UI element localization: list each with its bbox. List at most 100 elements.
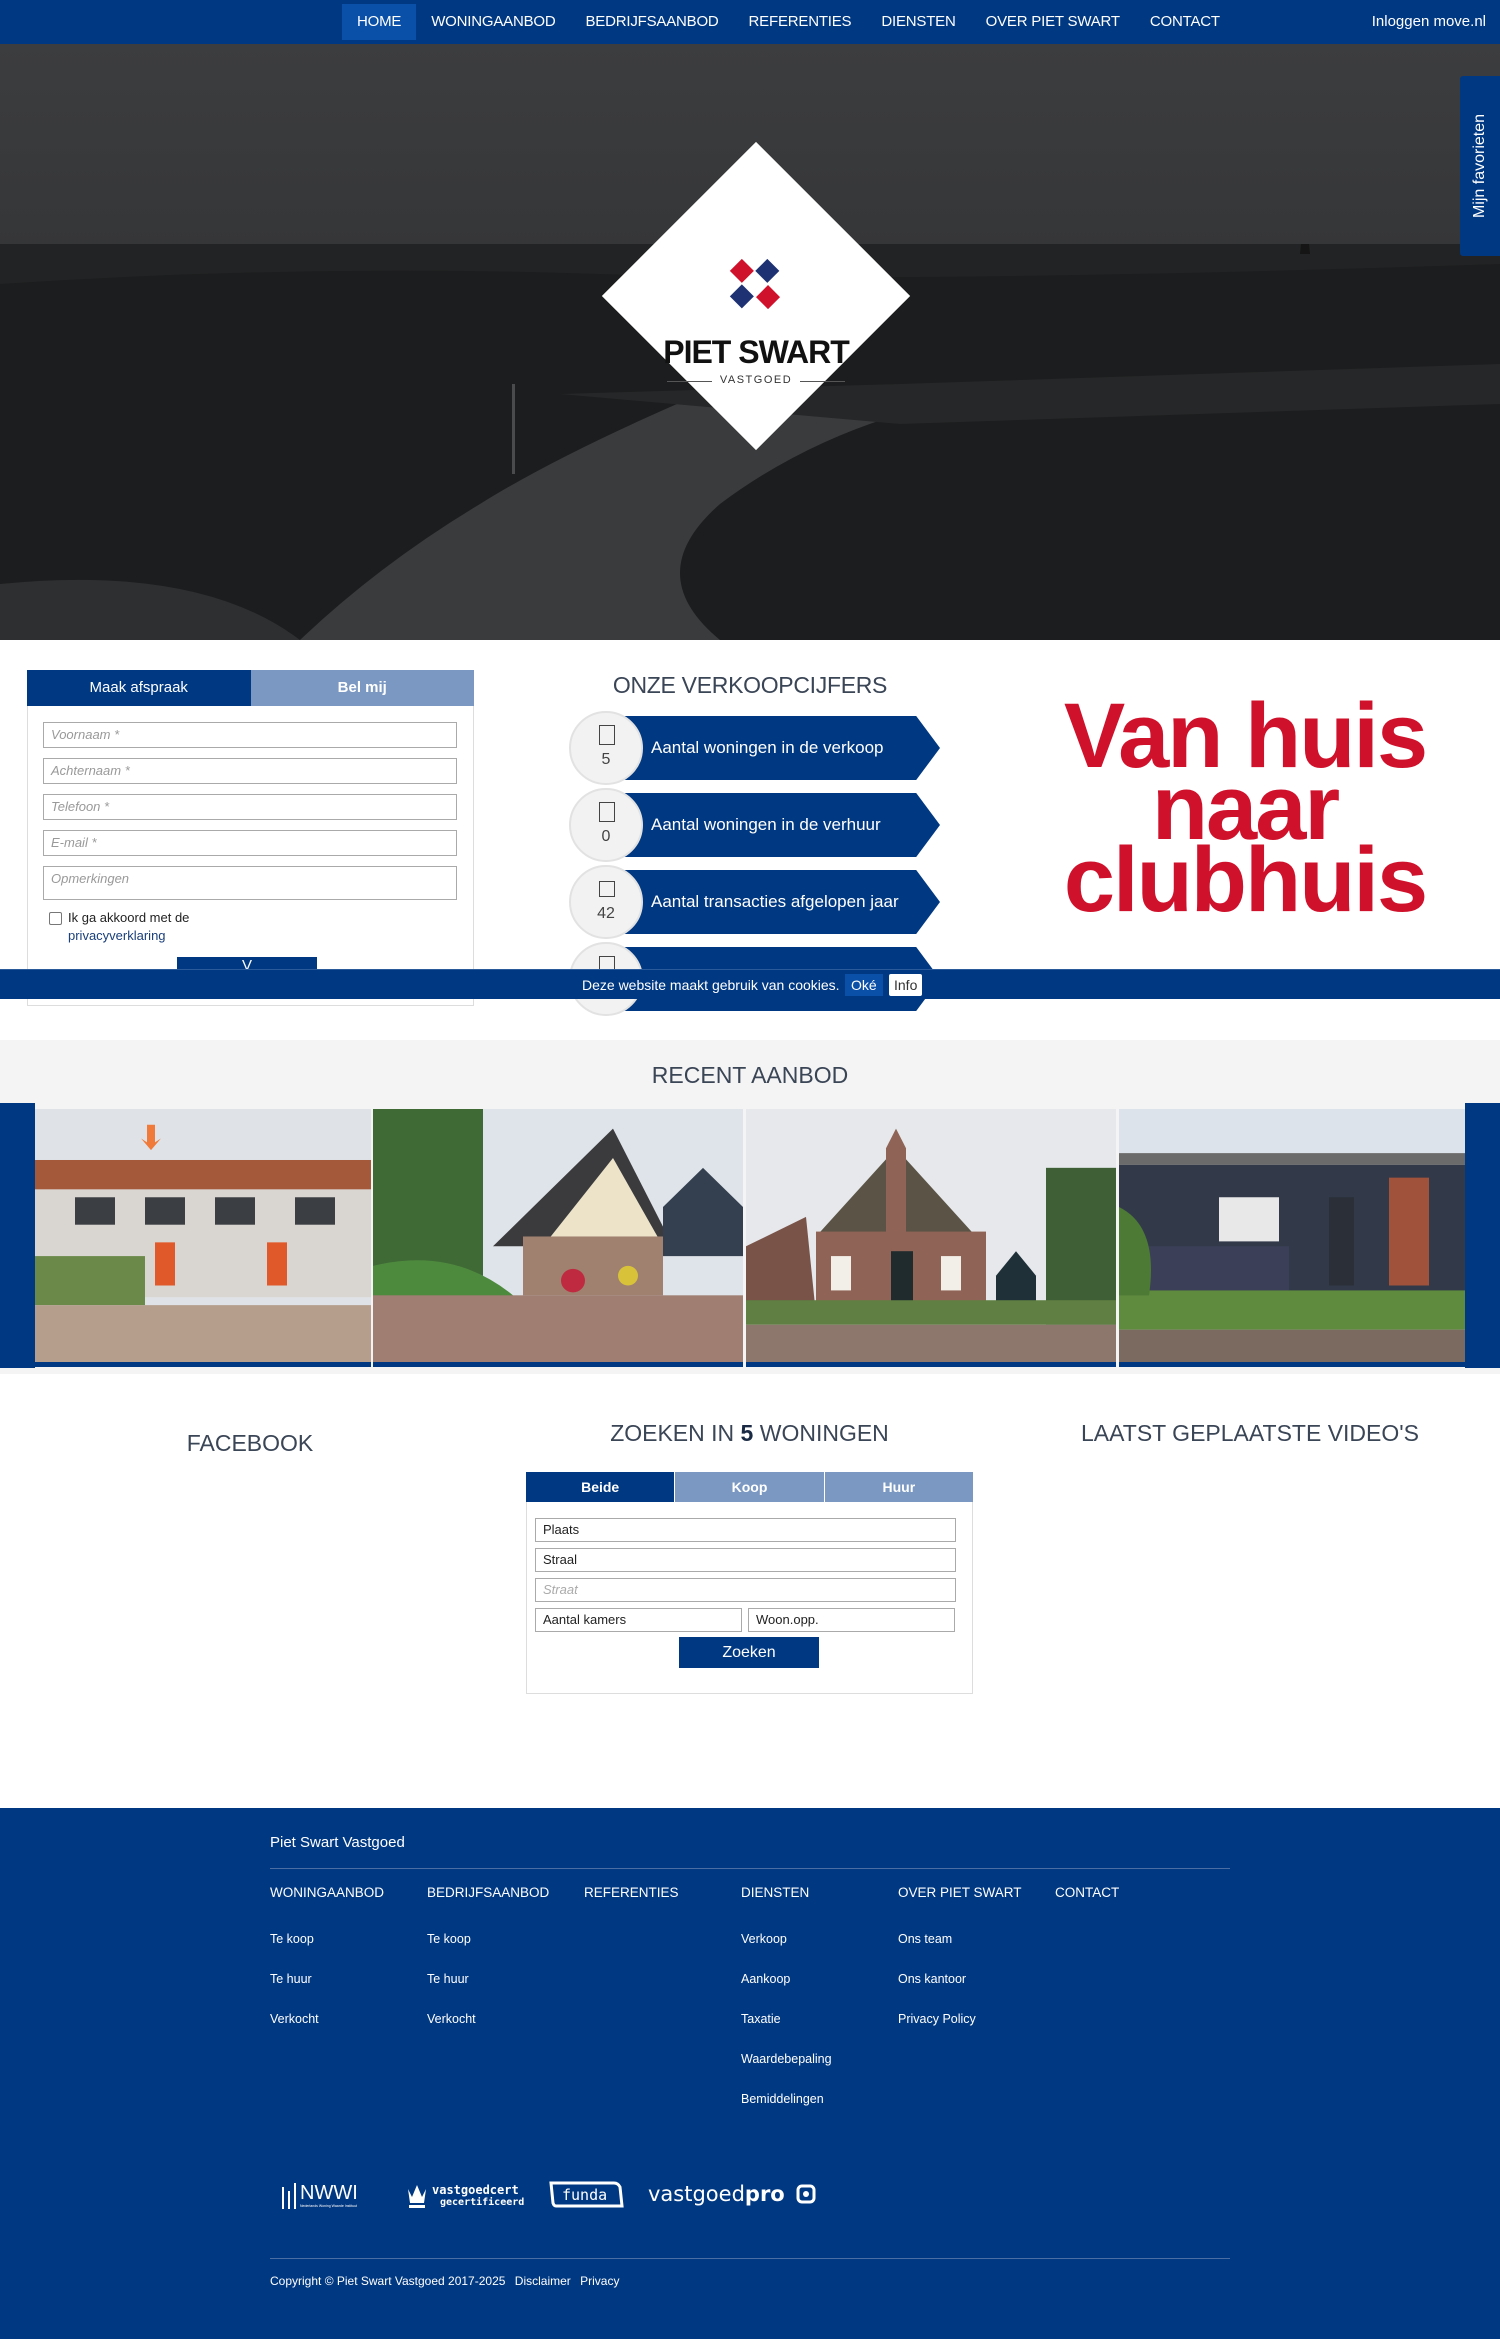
nwwi-logo[interactable]: NWWI Nederlands Woning Waarde Instituut <box>280 2177 380 2211</box>
footer-link[interactable]: Te koop <box>270 1932 420 1972</box>
privacy-consent-label: Ik ga akkoord met de privacyverklaring <box>68 909 189 945</box>
nav-referenties[interactable]: REFERENTIES <box>734 4 867 40</box>
carousel-next-button[interactable] <box>1465 1103 1500 1368</box>
carousel-prev-button[interactable] <box>0 1103 35 1368</box>
main-menu: HOME WONINGAANBOD BEDRIJFSAANBOD REFEREN… <box>342 4 1235 40</box>
vastgoedpro-logo[interactable]: vastgoedpro <box>648 2179 818 2209</box>
voornaam-input[interactable]: Voornaam * <box>43 722 457 748</box>
logo-sub: VASTGOED <box>719 374 793 386</box>
footer-link[interactable]: Ons kantoor <box>898 1972 1048 2012</box>
search-title-pre: ZOEKEN IN <box>610 1420 735 1446</box>
footer-heading[interactable]: OVER PIET SWART <box>898 1885 1048 1900</box>
footer-link[interactable]: Verkocht <box>270 2012 420 2052</box>
footer-heading[interactable]: BEDRIJFSAANBOD <box>427 1885 577 1900</box>
vastgoedpro-icon: vastgoedpro <box>648 2182 816 2206</box>
slogan-line: clubhuis <box>1063 829 1428 931</box>
stat-item: 5 Aantal woningen in de verkoop <box>560 711 940 785</box>
partner-logos: NWWI Nederlands Woning Waarde Instituut … <box>280 2174 818 2214</box>
cookie-info-button[interactable]: Info <box>889 974 923 996</box>
nav-bedrijfsaanbod[interactable]: BEDRIJFSAANBOD <box>570 4 733 40</box>
nav-home[interactable]: HOME <box>342 4 417 40</box>
login-link[interactable]: Inloggen move.nl <box>1372 0 1486 44</box>
cookie-ok-button[interactable]: Oké <box>845 974 883 996</box>
listing-card[interactable] <box>35 1109 371 1367</box>
hero-banner: PIET SWART VASTGOED Mijn favorieten <box>0 44 1500 640</box>
woonopp-select[interactable]: Woon.opp. <box>748 1608 955 1632</box>
tab-koop[interactable]: Koop <box>674 1472 824 1502</box>
straat-input[interactable]: Straat <box>535 1578 956 1602</box>
tab-huur[interactable]: Huur <box>823 1472 973 1502</box>
footer-link[interactable]: Te huur <box>270 1972 420 2012</box>
svg-text:gecertificeerd: gecertificeerd <box>440 2196 524 2208</box>
copyright-text: Copyright © Piet Swart Vastgoed 2017-202… <box>270 2274 506 2288</box>
listing-card[interactable] <box>746 1109 1116 1367</box>
favorites-tab-label: Mijn favorieten <box>1471 113 1488 219</box>
footer-column: WONINGAANBOD Te koop Te huur Verkocht <box>270 1885 420 2052</box>
footer-link[interactable]: Aankoop <box>741 1972 891 2012</box>
stats-title: ONZE VERKOOPCIJFERS <box>612 672 888 698</box>
search-count: 5 <box>740 1420 754 1446</box>
cookie-text: Deze website maakt gebruik van cookies. <box>582 977 840 993</box>
kamers-select[interactable]: Aantal kamers <box>535 1608 742 1632</box>
search-title: ZOEKEN IN 5 WONINGEN <box>526 1420 973 1447</box>
footer-link[interactable]: Waardebepaling <box>741 2052 891 2092</box>
search-tabs: Beide Koop Huur <box>526 1472 973 1502</box>
plaats-select[interactable]: Plaats <box>535 1518 956 1542</box>
nwwi-bars-icon: NWWI Nederlands Woning Waarde Instituut <box>282 2182 358 2209</box>
privacy-statement-link[interactable]: privacyverklaring <box>68 927 189 945</box>
nav-diensten[interactable]: DIENSTEN <box>866 4 970 40</box>
listing-card[interactable] <box>373 1109 743 1367</box>
nav-woningaanbod[interactable]: WONINGAANBOD <box>416 4 570 40</box>
footer-link[interactable]: Taxatie <box>741 2012 891 2052</box>
svg-text:vastgoedpro: vastgoedpro <box>648 2182 785 2206</box>
straal-select[interactable]: Straal <box>535 1548 956 1572</box>
slogan-banner[interactable]: Van huis naar clubhuis <box>1010 690 1480 931</box>
facebook-title: FACEBOOK <box>186 1430 314 1456</box>
key-icon <box>599 802 615 822</box>
footer-link[interactable]: Verkoop <box>741 1932 891 1972</box>
footer-link[interactable]: Te huur <box>427 1972 577 2012</box>
nav-over-piet-swart[interactable]: OVER PIET SWART <box>971 4 1135 40</box>
telefoon-input[interactable]: Telefoon * <box>43 794 457 820</box>
footer-link[interactable]: Bemiddelingen <box>741 2092 891 2132</box>
tab-bel-mij[interactable]: Bel mij <box>250 670 474 706</box>
nav-contact[interactable]: CONTACT <box>1135 4 1235 40</box>
search-submit-button[interactable]: Zoeken <box>679 1637 819 1668</box>
opmerkingen-textarea[interactable]: Opmerkingen <box>43 866 457 900</box>
stat-circle: 42 <box>569 865 643 939</box>
footer-heading[interactable]: REFERENTIES <box>584 1885 734 1900</box>
disclaimer-link[interactable]: Disclaimer <box>515 2274 571 2288</box>
search-form: Beide Koop Huur Plaats Straal Straat Aan… <box>526 1472 973 1694</box>
footer-heading[interactable]: CONTACT <box>1055 1885 1205 1900</box>
privacy-consent-checkbox[interactable] <box>49 912 62 925</box>
stat-circle: 0 <box>569 788 643 862</box>
top-navigation: HOME WONINGAANBOD BEDRIJFSAANBOD REFEREN… <box>0 0 1500 44</box>
email-input[interactable]: E-mail * <box>43 830 457 856</box>
listing-card[interactable] <box>1119 1109 1465 1367</box>
piet-swart-logo[interactable]: PIET SWART VASTGOED <box>601 141 911 451</box>
nwwi-subtitle: Nederlands Woning Waarde Instituut <box>300 2204 357 2208</box>
stat-label: Aantal woningen in de verhuur <box>651 815 881 834</box>
svg-text:vastgoedcert: vastgoedcert <box>432 2183 519 2197</box>
tab-beide[interactable]: Beide <box>526 1472 675 1502</box>
crown-icon: vastgoedcert gecertificeerd <box>408 2183 524 2208</box>
tab-maak-afspraak[interactable]: Maak afspraak <box>27 670 251 706</box>
achternaam-input[interactable]: Achternaam * <box>43 758 457 784</box>
footer-heading[interactable]: DIENSTEN <box>741 1885 891 1900</box>
footer-brand: Piet Swart Vastgoed <box>270 1834 405 1851</box>
footer-divider <box>270 2258 1230 2259</box>
footer-column: BEDRIJFSAANBOD Te koop Te huur Verkocht <box>427 1885 577 2052</box>
funda-logo[interactable]: funda <box>548 2179 624 2209</box>
logo-cross-icon <box>729 258 781 310</box>
footer-link[interactable]: Verkocht <box>427 2012 577 2052</box>
privacy-link[interactable]: Privacy <box>580 2274 619 2288</box>
footer-link[interactable]: Privacy Policy <box>898 2012 1048 2052</box>
footer-heading[interactable]: WONINGAANBOD <box>270 1885 420 1900</box>
appointment-form: Maak afspraak Bel mij Voornaam * Achtern… <box>27 670 474 1006</box>
stat-label: Aantal transacties afgelopen jaar <box>651 892 899 911</box>
vastgoedcert-logo[interactable]: vastgoedcert gecertificeerd <box>404 2177 524 2211</box>
favorites-tab[interactable]: Mijn favorieten <box>1460 76 1500 256</box>
svg-text:NWWI: NWWI <box>300 2182 358 2204</box>
footer-link[interactable]: Ons team <box>898 1932 1048 1972</box>
footer-link[interactable]: Te koop <box>427 1932 577 1972</box>
